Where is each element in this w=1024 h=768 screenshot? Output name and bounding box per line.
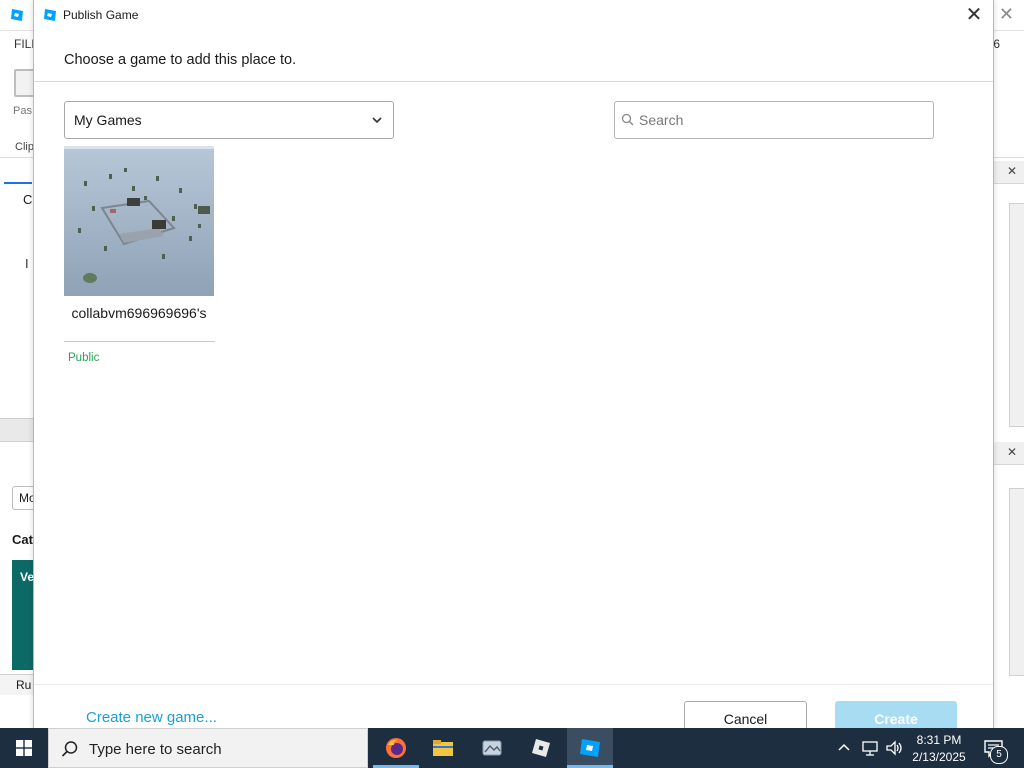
left-panel-tab-label: C: [23, 192, 33, 207]
footer-divider: [34, 684, 993, 685]
left-panel-label: I: [25, 256, 29, 271]
game-thumbnail: [64, 146, 214, 296]
left-panel-category-heading: Cat: [12, 532, 33, 547]
taskbar-search-box[interactable]: Type here to search: [48, 728, 368, 768]
panel-close-icon[interactable]: ✕: [1007, 445, 1017, 459]
photos-icon: [482, 740, 502, 756]
search-icon: [621, 113, 634, 126]
firefox-icon: [386, 738, 406, 758]
run-label: Ru: [16, 678, 32, 692]
create-new-game-link[interactable]: Create new game...: [86, 709, 217, 726]
taskbar-search-placeholder: Type here to search: [89, 741, 222, 758]
left-panel-header: [0, 418, 33, 442]
notification-count-badge: 5: [990, 746, 1008, 764]
chevron-down-icon: [372, 117, 382, 124]
right-panel-header-top: ✕: [994, 161, 1024, 184]
taskbar-app-photos[interactable]: [469, 728, 515, 768]
volume-icon[interactable]: [884, 739, 904, 757]
chevron-up-icon[interactable]: [836, 740, 852, 756]
panel-close-icon[interactable]: ✕: [1007, 164, 1017, 178]
clipboard-group-label: Clip: [15, 141, 34, 153]
left-panel-run-bar[interactable]: Ru: [0, 674, 33, 695]
search-input[interactable]: [637, 103, 931, 137]
left-panel: C I Mo Cat Ve Ru: [0, 158, 36, 728]
search-icon: [61, 741, 78, 757]
start-button[interactable]: [0, 728, 48, 768]
right-panel: ✕ ✕: [993, 158, 1024, 728]
studio-close-icon[interactable]: ✕: [999, 4, 1014, 25]
left-panel-card-label: Ve: [20, 570, 35, 584]
taskbar-app-firefox[interactable]: [373, 728, 419, 768]
dialog-subtitle: Choose a game to add this place to.: [64, 52, 297, 68]
clock-time: 8:31 PM: [916, 733, 962, 747]
system-clock[interactable]: 8:31 PM 2/13/2025: [904, 730, 974, 766]
left-panel-tab[interactable]: C: [4, 182, 32, 214]
game-card[interactable]: collabvm696969696's Public: [64, 146, 215, 378]
close-icon[interactable]: ✕: [961, 3, 987, 27]
right-panel-scrollbar[interactable]: [1009, 488, 1024, 676]
game-source-dropdown[interactable]: My Games: [64, 101, 394, 139]
roblox-studio-icon: [580, 739, 600, 757]
network-icon[interactable]: [860, 739, 880, 757]
menu-right-fragment: 6: [993, 37, 1000, 51]
publish-game-dialog: Publish Game ✕ Choose a game to add this…: [33, 0, 994, 737]
roblox-player-icon: [532, 739, 550, 757]
paste-label: Pas: [13, 105, 32, 117]
taskbar-app-roblox-studio[interactable]: [567, 728, 613, 768]
roblox-studio-logo-icon: [11, 9, 23, 21]
taskbar-app-roblox-player[interactable]: [518, 728, 564, 768]
search-box[interactable]: [614, 101, 934, 139]
game-status-badge: Public: [68, 352, 100, 364]
roblox-studio-logo-icon: [44, 9, 56, 21]
taskbar-app-file-explorer[interactable]: [420, 728, 466, 768]
left-panel-card[interactable]: Ve: [12, 560, 34, 670]
dropdown-selected-value: My Games: [74, 112, 142, 128]
header-divider: [34, 81, 993, 82]
file-explorer-icon: [433, 740, 453, 756]
right-panel-scrollbar[interactable]: [1009, 203, 1024, 427]
taskbar: Type here to search 8:31 PM 2/13/2025 5: [0, 728, 1024, 768]
windows-logo-icon: [16, 740, 32, 756]
game-name: collabvm696969696's: [71, 305, 207, 321]
right-panel-header-bottom: ✕: [994, 442, 1024, 465]
game-card-divider: [64, 341, 215, 342]
dialog-title: Publish Game: [63, 8, 139, 22]
clock-date: 2/13/2025: [912, 750, 966, 764]
